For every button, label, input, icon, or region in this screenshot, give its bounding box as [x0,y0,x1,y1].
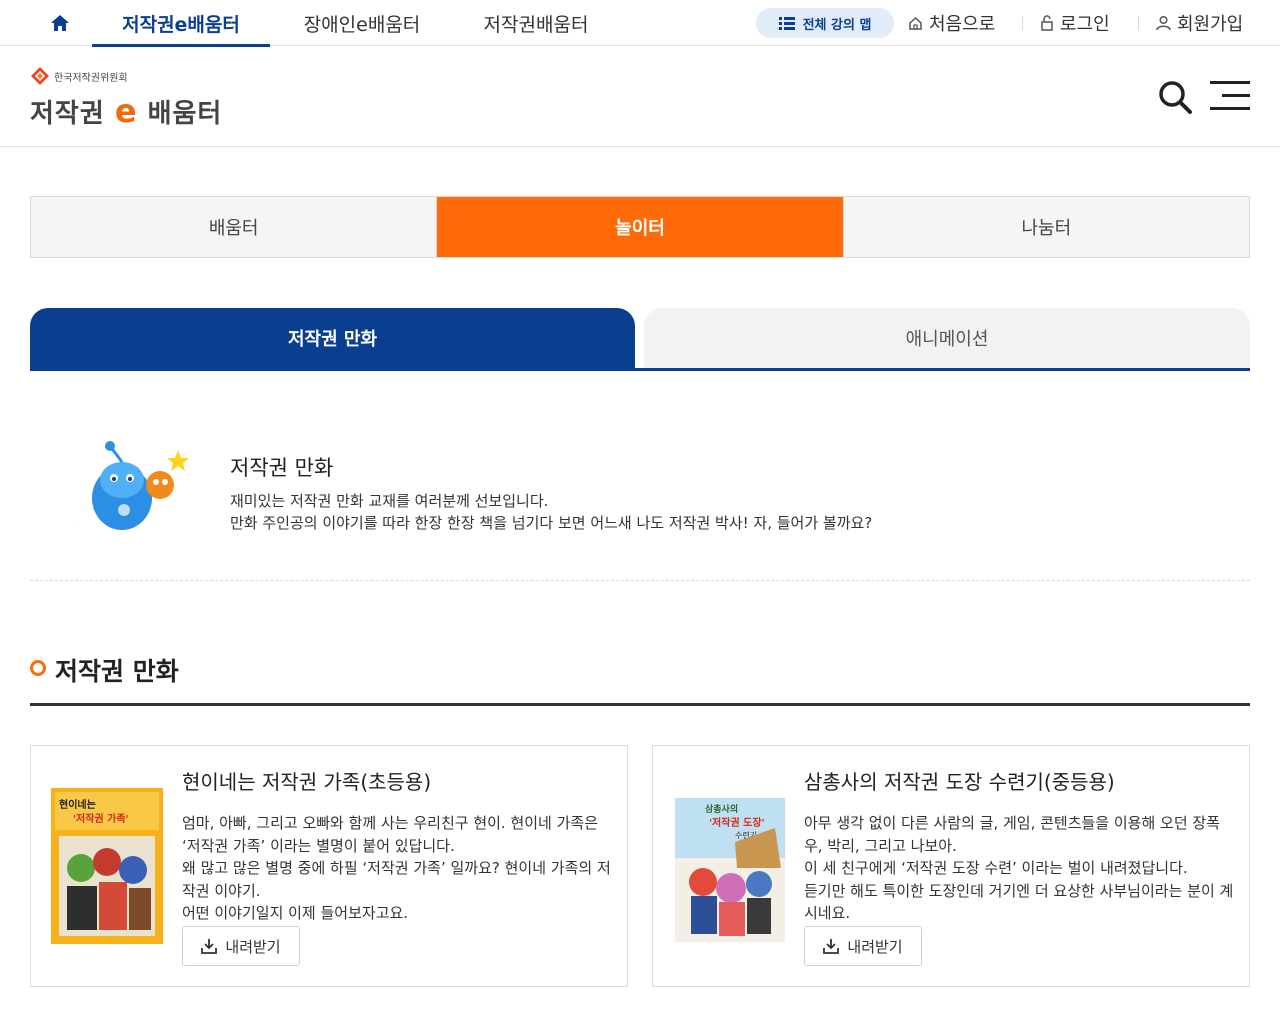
tab-playground[interactable]: 놀이터 [436,197,843,257]
search-icon[interactable] [1156,78,1194,116]
main-tab-bar: 배움터 놀이터 나눔터 [30,196,1250,258]
cover-title-line-1: 현이네는 [59,798,96,811]
separator [1138,16,1139,30]
divider [30,580,1250,581]
topnav-copyright-learning[interactable]: 저작권배움터 [466,0,606,46]
intro-line-2: 만화 주인공의 이야기를 따라 한장 한장 책을 넘기다 보면 어느새 나도 저… [230,514,873,532]
download-button[interactable]: 내려받기 [182,926,300,966]
home-icon[interactable] [46,10,74,36]
lock-icon [1041,15,1053,31]
intro-description: 재미있는 저작권 만화 교재를 여러분께 선보입니다. 만화 주인공의 이야기를… [230,490,872,534]
org-name: 한국저작권위원회 [30,66,222,86]
mascot-illustration [50,440,192,550]
house-outline-icon [909,16,922,30]
user-icon [1156,15,1171,31]
comic-desc-1: 엄마, 아빠, 그리고 오빠와 함께 사는 우리친구 현이. 현이네 가족은 ‘… [182,814,599,855]
comic-desc-3: 어떤 이야기일지 이제 들어보자고요. [182,904,409,922]
topnav-disabled-elearning[interactable]: 장애인e배움터 [286,0,438,46]
topnav-copyright-elearning[interactable]: 저작권e배움터 [92,0,270,47]
tab-learning[interactable]: 배움터 [31,197,437,257]
intro-line-1: 재미있는 저작권 만화 교재를 여러분께 선보입니다. [230,492,549,510]
menu-icon[interactable] [1210,80,1252,112]
cover-title-line-2: '저작권 가족' [73,812,129,825]
login-link[interactable]: 로그인 [1040,0,1110,46]
separator [1022,16,1023,30]
comic-desc-3: 듣기만 해도 특이한 도장인데 거기엔 더 요상한 사부님이라는 분이 계시네요… [804,881,1234,923]
comic-description: 엄마, 아빠, 그리고 오빠와 함께 사는 우리친구 현이. 현이네 가족은 ‘… [182,812,612,925]
download-label: 내려받기 [225,937,281,956]
full-course-map-button[interactable]: 전체 강의 맵 [756,8,894,38]
comic-description: 아무 생각 없이 다른 사람의 글, 게임, 콘텐츠들을 이용해 오던 장폭우,… [804,812,1234,925]
download-icon [823,939,840,954]
logo-text-e: e [114,92,138,130]
top-utility-bar: 저작권e배움터 장애인e배움터 저작권배움터 전체 강의 맵 처음으로 로그인 … [0,0,1280,47]
logo-wordmark: 저작권 e 배움터 [30,92,222,130]
comic-cover-image[interactable]: 현이네는 '저작권 가족' [51,788,163,944]
list-icon [778,16,795,30]
org-logo-icon [31,67,49,85]
tab-copyright-comic[interactable]: 저작권 만화 [30,308,635,368]
tab-sharing[interactable]: 나눔터 [842,197,1249,257]
map-button-label: 전체 강의 맵 [802,17,872,33]
section-underline [30,703,1250,706]
section-bullet-icon [30,660,46,676]
comic-title: 현이네는 저작권 가족(초등용) [182,770,432,794]
comic-desc-2: 왜 많고 많은 별명 중에 하필 ‘저작권 가족’ 일까요? 현이네 가족의 저… [182,859,611,900]
org-name-text: 한국저작권위원회 [54,72,128,84]
comic-title: 삼총사의 저작권 도장 수련기(중등용) [804,770,1115,794]
login-label: 로그인 [1060,14,1110,35]
logo-text-post: 배움터 [147,99,223,129]
sub-tab-bar: 저작권 만화 애니메이션 [30,308,1250,371]
go-home-label: 처음으로 [929,14,996,35]
comic-card: 현이네는 '저작권 가족' 현이네는 저작권 가족(초등용) 엄마, 아빠, 그… [30,745,628,987]
site-logo[interactable]: 한국저작권위원회 저작권 e 배움터 [30,66,222,130]
go-home-link[interactable]: 처음으로 [908,0,995,46]
comic-desc-1: 아무 생각 없이 다른 사람의 글, 게임, 콘텐츠들을 이용해 오던 장폭우,… [804,814,1221,855]
download-icon [201,939,218,954]
cover-title-line-1: 삼총사의 [705,803,738,815]
section-title: 저작권 만화 [55,657,179,686]
logo-text-pre: 저작권 [30,99,105,129]
intro-title: 저작권 만화 [230,456,334,480]
comic-desc-2: 이 세 친구에게 ‘저작권 도장 수련’ 이라는 벌이 내려졌답니다. [804,859,1188,877]
tab-animation[interactable]: 애니메이션 [644,308,1250,368]
signup-label: 회원가입 [1177,14,1244,35]
comic-cover-image[interactable]: 삼총사의 '저작권 도장' 수련기 [675,798,785,942]
comic-card: 삼총사의 '저작권 도장' 수련기 삼총사의 저작권 도장 수련기(중등용) 아… [652,745,1250,987]
site-header: 한국저작권위원회 저작권 e 배움터 [0,46,1280,147]
download-button[interactable]: 내려받기 [804,926,922,966]
cover-title-line-2: '저작권 도장' [709,816,765,829]
download-label: 내려받기 [847,937,903,956]
signup-link[interactable]: 회원가입 [1156,0,1243,46]
